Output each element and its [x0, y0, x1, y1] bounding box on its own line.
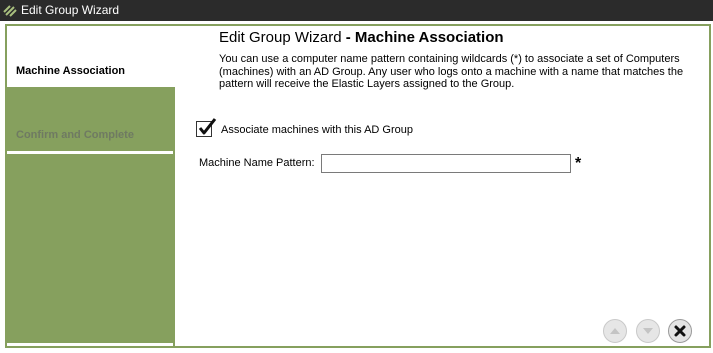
machine-name-pattern-label: Machine Name Pattern:	[199, 157, 315, 169]
edit-group-wizard-window: Edit Group Wizard Machine Association Co…	[0, 0, 713, 353]
next-button[interactable]	[636, 319, 660, 343]
step-confirm-and-complete[interactable]: Confirm and Complete	[7, 91, 173, 151]
associate-machines-label[interactable]: Associate machines with this AD Group	[221, 124, 413, 136]
page-subtitle: Machine Association	[354, 29, 504, 46]
step-label: Confirm and Complete	[16, 129, 134, 141]
content-border	[173, 87, 175, 346]
step-divider	[7, 151, 173, 154]
checkmark-icon	[198, 118, 217, 135]
required-marker: *	[575, 155, 582, 172]
page-title: Edit Group Wizard - Machine Association	[219, 29, 504, 46]
title-bar: Edit Group Wizard	[0, 0, 713, 21]
active-step-border	[7, 87, 175, 89]
title-separator: -	[341, 29, 355, 46]
wizard-title: Edit Group Wizard	[219, 29, 342, 46]
previous-button[interactable]	[603, 319, 627, 343]
page-description: You can use a computer name pattern cont…	[219, 53, 684, 90]
step-machine-association[interactable]: Machine Association	[7, 26, 173, 89]
down-arrow-icon	[643, 328, 653, 334]
window-title: Edit Group Wizard	[21, 3, 120, 17]
up-arrow-icon	[610, 328, 620, 334]
machine-name-pattern-input[interactable]	[321, 154, 571, 173]
step-label: Machine Association	[16, 65, 126, 77]
app-logo-icon	[3, 5, 17, 17]
associate-machines-checkbox[interactable]	[196, 118, 217, 137]
cancel-button[interactable]	[668, 319, 692, 343]
close-icon	[674, 325, 686, 337]
